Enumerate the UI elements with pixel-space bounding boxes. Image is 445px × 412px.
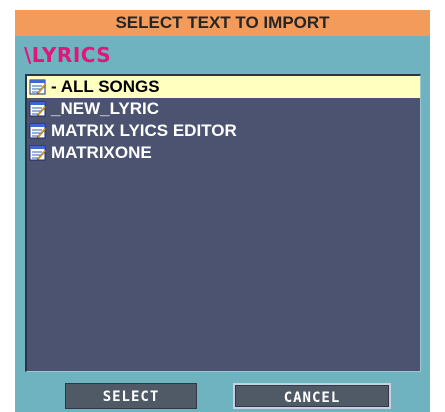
select-button[interactable]: SELECT <box>65 383 197 409</box>
import-dialog: SELECT TEXT TO IMPORT \LYRICS - ALL SONG… <box>15 10 430 412</box>
list-item[interactable]: MATRIXONE <box>27 142 420 164</box>
document-icon <box>29 79 47 95</box>
list-item-label: MATRIX LYICS EDITOR <box>51 121 237 140</box>
document-icon <box>29 145 47 161</box>
list-item-label: MATRIXONE <box>51 143 152 162</box>
cancel-button[interactable]: CANCEL <box>233 383 391 409</box>
list-item-label: _NEW_LYRIC <box>51 99 160 118</box>
dialog-title: SELECT TEXT TO IMPORT <box>15 10 430 36</box>
list-item-label: - ALL SONGS <box>51 77 160 96</box>
document-icon <box>29 123 47 139</box>
document-icon <box>29 101 47 117</box>
list-item[interactable]: MATRIX LYICS EDITOR <box>27 120 420 142</box>
file-list[interactable]: - ALL SONGS _NEW_LYRIC MATRIX LYICS EDIT… <box>25 74 421 372</box>
list-item[interactable]: _NEW_LYRIC <box>27 98 420 120</box>
folder-path: \LYRICS <box>24 43 112 67</box>
list-item[interactable]: - ALL SONGS <box>27 76 420 98</box>
